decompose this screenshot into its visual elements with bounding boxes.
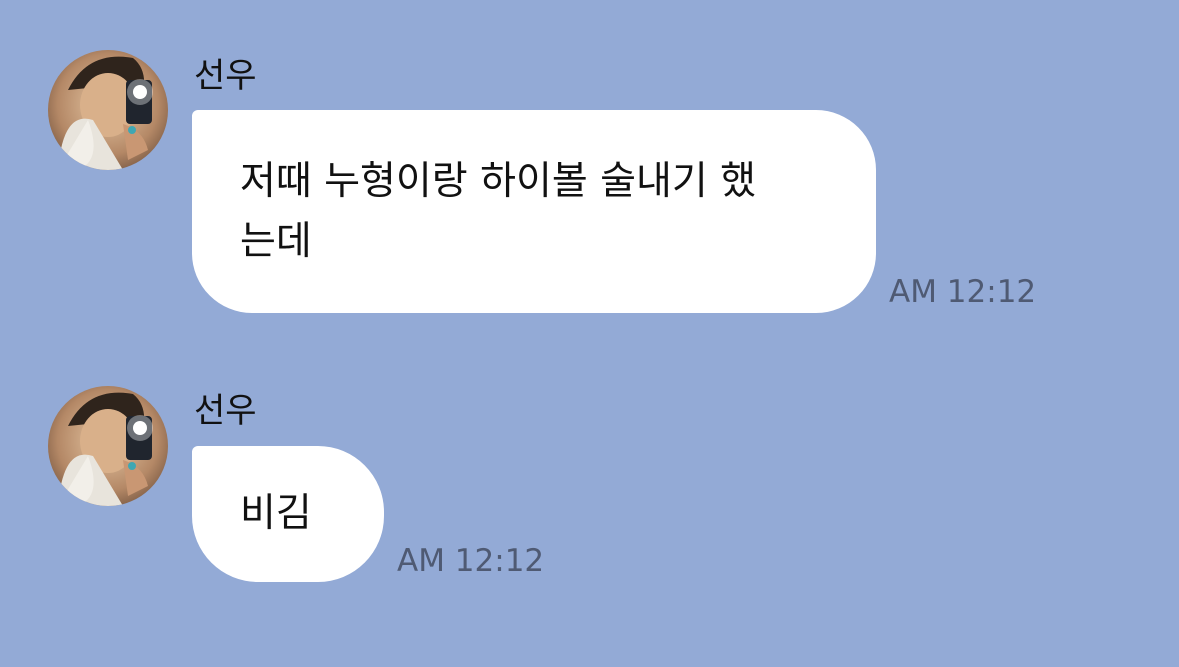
profile-photo-icon	[48, 50, 168, 170]
avatar[interactable]	[48, 50, 168, 170]
message-timestamp: AM 12:12	[397, 543, 545, 579]
message-timestamp: AM 12:12	[889, 274, 1037, 310]
sender-name: 선우	[194, 391, 257, 431]
message-bubble[interactable]: 비김	[192, 446, 384, 582]
message-text-line: 저때 누형이랑 하이볼 술내기 했	[240, 159, 757, 204]
profile-photo-icon	[48, 386, 168, 506]
sender-name: 선우	[194, 56, 257, 96]
message-bubble[interactable]: 저때 누형이랑 하이볼 술내기 했 는데	[192, 110, 876, 313]
avatar[interactable]	[48, 386, 168, 506]
message-text-line: 비김	[240, 491, 312, 536]
message-text-line: 는데	[240, 219, 312, 264]
